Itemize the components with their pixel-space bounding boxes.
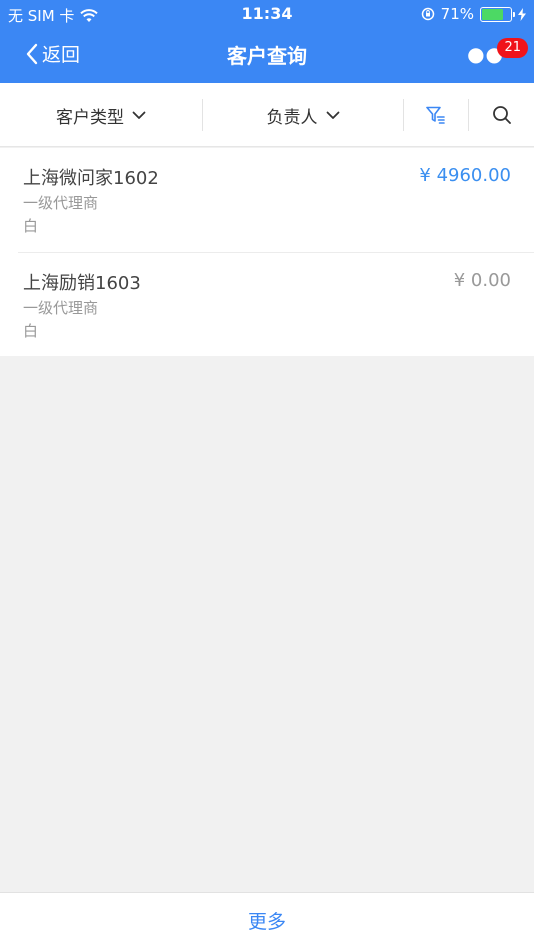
advanced-filter-button[interactable] <box>404 83 468 147</box>
load-more-button[interactable]: 更多 <box>0 893 534 950</box>
battery-icon <box>480 6 515 22</box>
chevron-down-icon <box>132 111 146 119</box>
customer-list: 上海微问家1602 ¥ 4960.00 一级代理商 白 上海励销1603 ¥ 0… <box>0 148 534 356</box>
battery-fill <box>482 8 504 20</box>
customer-amount: ¥ 4960.00 <box>419 165 511 186</box>
status-right: 71% <box>421 5 526 23</box>
footer-bar: 更多 <box>0 892 534 950</box>
customer-level: 白 <box>23 217 39 235</box>
chevron-left-icon <box>26 43 38 64</box>
list-item[interactable]: 上海励销1603 ¥ 0.00 一级代理商 白 <box>18 252 534 356</box>
status-bar: 无 SIM 卡 11:34 71% <box>0 0 534 28</box>
list-item[interactable]: 上海微问家1602 ¥ 4960.00 一级代理商 白 <box>0 148 534 252</box>
customer-level: 白 <box>23 322 39 340</box>
nav-bar: 返回 客户查询 ●● 21 <box>0 28 534 83</box>
top-bar: 无 SIM 卡 11:34 71% 返回 客户查询 ●● 21 <box>0 0 534 83</box>
back-label: 返回 <box>42 44 81 66</box>
chevron-down-icon <box>326 111 339 119</box>
customer-amount: ¥ 0.00 <box>453 270 511 291</box>
filter-bar: 客户类型 负责人 <box>0 83 534 147</box>
search-icon <box>492 106 511 124</box>
owner-dropdown[interactable]: 负责人 <box>203 83 403 147</box>
battery-percent: 71% <box>440 5 474 23</box>
customer-type: 一级代理商 <box>23 299 99 317</box>
customer-type-dropdown[interactable]: 客户类型 <box>0 83 202 147</box>
search-button[interactable] <box>469 83 534 147</box>
filter-funnel-icon <box>426 106 445 124</box>
owner-label: 负责人 <box>266 107 318 128</box>
orientation-lock-icon <box>421 7 434 21</box>
customer-name: 上海微问家1602 <box>23 168 159 189</box>
charging-icon <box>518 7 526 21</box>
notification-badge: 21 <box>497 38 528 58</box>
customer-type-label: 客户类型 <box>56 107 124 128</box>
page-title: 客户查询 <box>227 44 307 68</box>
customer-name: 上海励销1603 <box>23 273 141 294</box>
customer-type: 一级代理商 <box>23 194 99 212</box>
back-button[interactable]: 返回 <box>26 40 80 67</box>
